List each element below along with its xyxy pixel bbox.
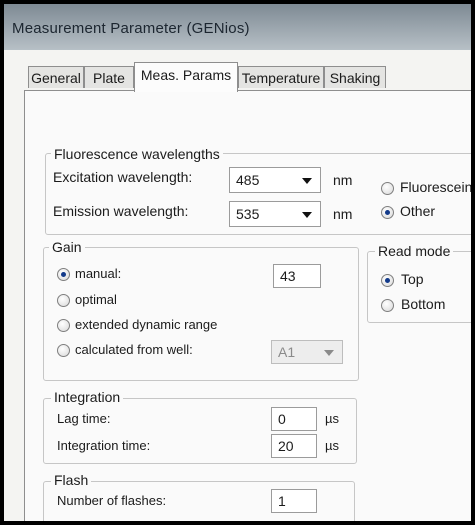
fluorescein-radio[interactable]: [381, 182, 394, 195]
gain-extended-label: extended dynamic range: [75, 317, 218, 332]
well-value: A1: [278, 344, 296, 360]
excitation-label: Excitation wavelength:: [53, 169, 193, 185]
gain-manual-label: manual:: [75, 266, 122, 281]
lag-time-label: Lag time:: [57, 411, 111, 426]
integration-time-input[interactable]: 20: [271, 434, 317, 458]
gain-extended-radio[interactable]: [57, 319, 70, 332]
read-top-radio[interactable]: [381, 274, 394, 287]
tab-strip: General Plate Meas. Params Temperature S…: [24, 62, 471, 92]
gain-calculated-radio[interactable]: [57, 344, 70, 357]
excitation-select[interactable]: 485: [229, 167, 321, 193]
excitation-value: 485: [236, 172, 260, 188]
read-mode-title: Read mode: [375, 243, 454, 259]
read-bottom-label: Bottom: [401, 296, 446, 312]
emission-value: 535: [236, 206, 260, 222]
flashes-input[interactable]: 1: [271, 489, 317, 513]
lag-time-input[interactable]: 0: [271, 407, 317, 431]
read-mode-group: [367, 251, 471, 323]
fluorescein-label: Fluorescein: [400, 179, 471, 195]
dialog-window: Measurement Parameter (GENios) General P…: [4, 4, 471, 521]
gain-calculated-label: calculated from well:: [75, 342, 193, 357]
tab-content-panel: Fluorescence wavelengths Excitation wave…: [24, 90, 471, 521]
chevron-down-icon: [302, 178, 312, 184]
gain-optimal-label: optimal: [75, 292, 117, 307]
integration-group-title: Integration: [51, 389, 124, 405]
gain-group-title: Gain: [49, 239, 85, 255]
gain-optimal-radio[interactable]: [57, 294, 70, 307]
read-top-label: Top: [401, 271, 424, 287]
flashes-label: Number of flashes:: [57, 493, 167, 508]
tab-temperature[interactable]: Temperature: [238, 66, 324, 88]
fluorescence-group-title: Fluorescence wavelengths: [51, 146, 223, 162]
integration-time-unit: µs: [325, 438, 339, 453]
excitation-unit: nm: [333, 172, 353, 188]
tab-general[interactable]: General: [28, 66, 84, 88]
tab-meas-params[interactable]: Meas. Params: [134, 62, 238, 92]
well-select[interactable]: A1: [271, 340, 343, 364]
read-bottom-radio[interactable]: [381, 299, 394, 312]
integration-time-label: Integration time:: [57, 438, 151, 453]
emission-label: Emission wavelength:: [53, 203, 189, 219]
gain-manual-input[interactable]: 43: [273, 264, 321, 288]
tab-plate[interactable]: Plate: [84, 66, 134, 88]
other-radio[interactable]: [381, 206, 394, 219]
chevron-down-icon: [302, 212, 312, 218]
tab-shaking[interactable]: Shaking: [324, 66, 386, 88]
other-label: Other: [400, 203, 436, 219]
gain-manual-radio[interactable]: [57, 268, 70, 281]
lag-time-unit: µs: [325, 411, 339, 426]
title-bar[interactable]: Measurement Parameter (GENios): [4, 4, 471, 50]
emission-unit: nm: [333, 206, 353, 222]
chevron-down-icon: [324, 350, 334, 356]
flash-group-title: Flash: [51, 472, 92, 488]
window-title: Measurement Parameter (GENios): [12, 20, 250, 37]
emission-select[interactable]: 535: [229, 201, 321, 227]
